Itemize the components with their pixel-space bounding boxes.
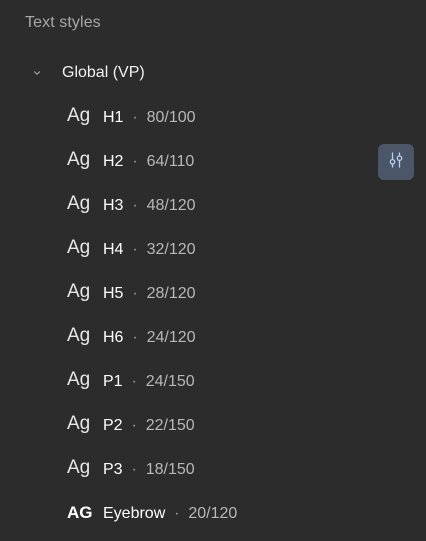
text-style-name: Eyebrow	[103, 505, 166, 522]
text-style-item-p3[interactable]: Ag P3 · 18/150	[0, 448, 426, 492]
text-style-item-h3[interactable]: Ag H3 · 48/120	[0, 184, 426, 228]
adjust-sliders-icon	[386, 150, 406, 175]
panel-title: Text styles	[25, 14, 101, 31]
text-style-name: H3	[103, 197, 124, 214]
text-style-spec: 80/100	[146, 109, 196, 126]
chevron-down-icon[interactable]	[32, 68, 42, 78]
text-style-spec: 22/150	[145, 417, 195, 434]
separator: ·	[127, 373, 142, 390]
text-style-preview: Ag	[67, 413, 91, 434]
separator: ·	[127, 241, 143, 258]
text-style-name: P3	[103, 461, 123, 478]
text-style-spec: 64/110	[146, 153, 195, 170]
text-style-spec: 18/150	[145, 461, 195, 478]
text-style-item-eyebrow[interactable]: AG Eyebrow · 20/120	[0, 492, 426, 536]
text-style-list: Ag H1 · 80/100 Ag H2 · 64/110 Ag H3 · 48…	[0, 96, 426, 536]
text-style-name: H5	[103, 285, 124, 302]
separator: ·	[127, 153, 143, 170]
text-style-preview: Ag	[67, 149, 91, 170]
text-style-name: P2	[103, 417, 123, 434]
text-style-item-h2[interactable]: Ag H2 · 64/110	[0, 140, 426, 184]
separator: ·	[127, 197, 143, 214]
text-style-preview: Ag	[67, 325, 91, 346]
text-style-spec: 48/120	[146, 197, 196, 214]
text-style-preview: Ag	[67, 237, 91, 258]
style-group-label: Global (VP)	[62, 64, 145, 81]
text-style-item-p1[interactable]: Ag P1 · 24/150	[0, 360, 426, 404]
text-style-name: P1	[103, 373, 123, 390]
text-style-preview: Ag	[67, 369, 91, 390]
edit-style-button[interactable]	[378, 144, 414, 180]
separator: ·	[127, 109, 143, 126]
text-style-preview: AG	[67, 503, 93, 522]
separator: ·	[127, 329, 143, 346]
text-style-name: H2	[103, 153, 124, 170]
separator: ·	[127, 285, 143, 302]
text-style-item-h4[interactable]: Ag H4 · 32/120	[0, 228, 426, 272]
text-style-preview: Ag	[67, 105, 91, 126]
text-style-spec: 32/120	[146, 241, 196, 258]
text-style-spec: 24/120	[146, 329, 196, 346]
separator: ·	[169, 505, 184, 522]
text-style-name: H6	[103, 329, 124, 346]
text-style-spec: 20/120	[188, 505, 238, 522]
text-style-spec: 28/120	[146, 285, 196, 302]
text-styles-panel: Text styles Global (VP) Ag H1 · 80/100 A…	[0, 0, 426, 541]
text-style-spec: 24/150	[145, 373, 195, 390]
text-style-preview: Ag	[67, 281, 91, 302]
text-style-item-h6[interactable]: Ag H6 · 24/120	[0, 316, 426, 360]
separator: ·	[127, 461, 142, 478]
text-style-name: H4	[103, 241, 124, 258]
style-group-header[interactable]: Global (VP)	[0, 58, 426, 90]
text-style-item-p2[interactable]: Ag P2 · 22/150	[0, 404, 426, 448]
separator: ·	[127, 417, 142, 434]
text-style-preview: Ag	[67, 457, 91, 478]
text-style-item-h1[interactable]: Ag H1 · 80/100	[0, 96, 426, 140]
text-style-item-h5[interactable]: Ag H5 · 28/120	[0, 272, 426, 316]
text-style-name: H1	[103, 109, 124, 126]
text-style-preview: Ag	[67, 193, 91, 214]
